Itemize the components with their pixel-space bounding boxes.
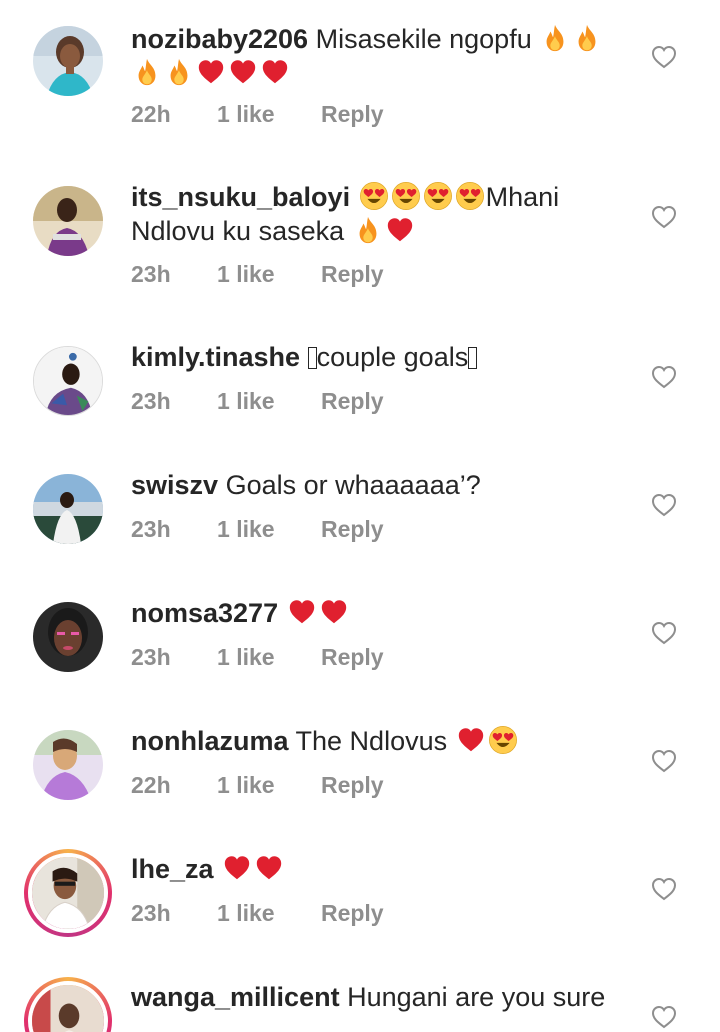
- comment-time: 23h: [131, 900, 171, 926]
- comment-meta: 22h 1 like Reply: [131, 772, 384, 799]
- like-heart-icon[interactable]: [651, 205, 677, 229]
- like-heart-icon[interactable]: [651, 493, 677, 517]
- comment-likes[interactable]: 1 like: [217, 772, 275, 799]
- comment-likes[interactable]: 1 like: [217, 644, 275, 671]
- avatar[interactable]: [33, 26, 103, 96]
- comment-username[interactable]: nozibaby2206: [131, 24, 308, 54]
- comment-time: 22h: [131, 101, 171, 127]
- heart-emoji: [456, 725, 486, 755]
- missing-glyph: [307, 347, 317, 369]
- comment-time: 23h: [131, 261, 171, 287]
- comment-meta: 22h 1 like Reply: [131, 101, 384, 128]
- comment-username[interactable]: kimly.tinashe: [131, 342, 300, 372]
- comment-text: couple goals: [316, 342, 469, 372]
- heart-emoji: [319, 597, 349, 627]
- comment-body: lhe_za: [131, 852, 631, 886]
- comment-meta: 23h 1 like Reply: [131, 900, 384, 927]
- comment-body: wanga_millicent Hungani are you sure: [131, 980, 631, 1014]
- avatar[interactable]: [33, 602, 103, 672]
- reply-button[interactable]: Reply: [321, 900, 384, 927]
- comment-text: Misasekile ngopfu: [315, 24, 532, 54]
- comment-meta: 23h 1 like Reply: [131, 388, 384, 415]
- heart-emoji: [287, 597, 317, 627]
- comment-text: Hungani are you sure: [347, 982, 606, 1012]
- avatar[interactable]: [33, 474, 103, 544]
- comment-username[interactable]: nomsa3277: [131, 598, 278, 628]
- reply-button[interactable]: Reply: [321, 772, 384, 799]
- like-heart-icon[interactable]: [651, 1005, 677, 1029]
- comment-list: nozibaby2206 Misasekile ngopfu 22h 1 lik…: [0, 0, 720, 1032]
- heart-eyes-emoji: [488, 725, 518, 755]
- comment-body: nonhlazuma The Ndlovus: [131, 724, 631, 758]
- comment-body: kimly.tinashe couple goals: [131, 340, 631, 374]
- heart-eyes-emoji: [423, 181, 453, 211]
- heart-emoji: [254, 853, 284, 883]
- like-heart-icon[interactable]: [651, 365, 677, 389]
- reply-button[interactable]: Reply: [321, 101, 384, 128]
- avatar-story-ring[interactable]: [24, 977, 112, 1032]
- avatar-story-ring[interactable]: [24, 849, 112, 937]
- comment-time: 22h: [131, 772, 171, 798]
- like-heart-icon[interactable]: [651, 621, 677, 645]
- comment-username[interactable]: its_nsuku_baloyi: [131, 182, 350, 212]
- comment-body: swiszv Goals or whaaaaaa’?: [131, 468, 631, 502]
- avatar[interactable]: [33, 730, 103, 800]
- comment-likes[interactable]: 1 like: [217, 101, 275, 128]
- heart-emoji: [228, 57, 258, 87]
- comment-time: 23h: [131, 644, 171, 670]
- comment-likes[interactable]: 1 like: [217, 261, 275, 288]
- like-heart-icon[interactable]: [651, 749, 677, 773]
- reply-button[interactable]: Reply: [321, 388, 384, 415]
- comment-username[interactable]: swiszv: [131, 470, 218, 500]
- reply-button[interactable]: Reply: [321, 644, 384, 671]
- comment-username[interactable]: wanga_millicent: [131, 982, 340, 1012]
- comment-time: 23h: [131, 516, 171, 542]
- fire-emoji: [353, 215, 383, 245]
- comment-meta: 23h 1 like Reply: [131, 516, 384, 543]
- like-heart-icon[interactable]: [651, 877, 677, 901]
- avatar[interactable]: [33, 346, 103, 416]
- comment-time: 23h: [131, 388, 171, 414]
- fire-emoji: [540, 23, 570, 53]
- avatar[interactable]: [33, 186, 103, 256]
- like-heart-icon[interactable]: [651, 45, 677, 69]
- heart-eyes-emoji: [455, 181, 485, 211]
- comment-meta: 23h 1 like Reply: [131, 644, 384, 671]
- comment-meta: 23h 1 like Reply: [131, 261, 384, 288]
- avatar: [28, 853, 108, 933]
- heart-emoji: [196, 57, 226, 87]
- reply-button[interactable]: Reply: [321, 261, 384, 288]
- comment-body: its_nsuku_baloyi Mhani Ndlovu ku saseka: [131, 180, 631, 248]
- heart-emoji: [222, 853, 252, 883]
- fire-emoji: [572, 23, 602, 53]
- missing-glyph: [468, 347, 478, 369]
- comment-likes[interactable]: 1 like: [217, 388, 275, 415]
- comment-body: nozibaby2206 Misasekile ngopfu: [131, 22, 631, 90]
- reply-button[interactable]: Reply: [321, 516, 384, 543]
- comment-username[interactable]: lhe_za: [131, 854, 214, 884]
- comment-text: The Ndlovus: [295, 726, 448, 756]
- comment-likes[interactable]: 1 like: [217, 900, 275, 927]
- fire-emoji: [132, 57, 162, 87]
- comment-likes[interactable]: 1 like: [217, 516, 275, 543]
- heart-emoji: [385, 215, 415, 245]
- heart-eyes-emoji: [359, 181, 389, 211]
- comment-body: nomsa3277: [131, 596, 631, 630]
- comment-text: Goals or whaaaaaa’?: [225, 470, 481, 500]
- comment-username[interactable]: nonhlazuma: [131, 726, 289, 756]
- avatar: [28, 981, 108, 1032]
- heart-eyes-emoji: [391, 181, 421, 211]
- fire-emoji: [164, 57, 194, 87]
- heart-emoji: [260, 57, 290, 87]
